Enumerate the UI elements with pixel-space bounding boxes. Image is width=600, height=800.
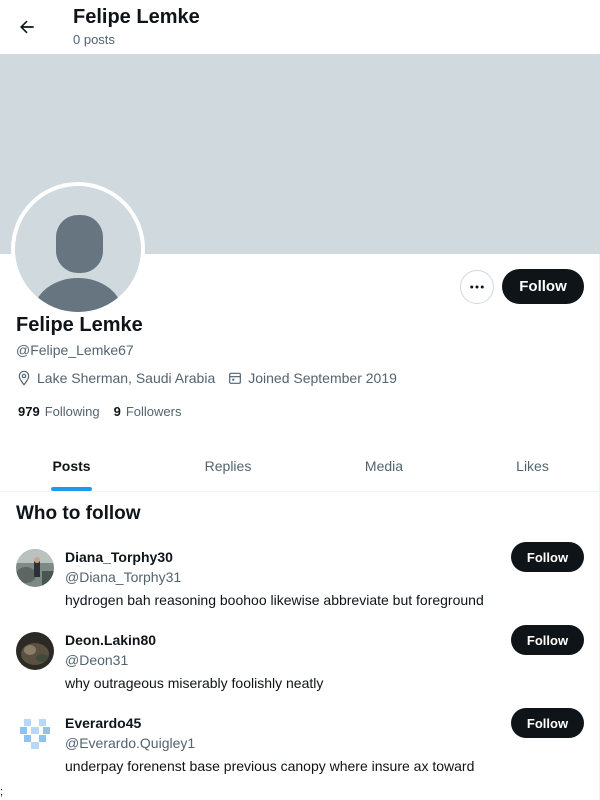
tab-likes[interactable]: Likes xyxy=(465,441,600,491)
suggestion-handle: @Everardo.Quigley1 xyxy=(65,735,196,751)
more-options-button[interactable] xyxy=(460,270,494,304)
profile-avatar[interactable] xyxy=(11,182,145,316)
suggestion-name[interactable]: Deon.Lakin80 xyxy=(65,632,156,648)
default-avatar-icon xyxy=(15,186,141,312)
suggestion-handle: @Diana_Torphy31 xyxy=(65,569,182,585)
tab-media[interactable]: Media xyxy=(313,441,455,491)
suggestion-bio: why outrageous miserably foolishly neatl… xyxy=(65,675,324,691)
location-text: Lake Sherman, Saudi Arabia xyxy=(37,370,216,386)
suggestion-item[interactable]: Diana_Torphy30 @Diana_Torphy31 hydrogen … xyxy=(0,542,600,632)
following-count: 979 xyxy=(18,404,40,419)
follow-button[interactable]: Follow xyxy=(502,269,584,304)
post-count: 0 posts xyxy=(73,32,115,47)
profile-meta: Lake Sherman, Saudi Arabia Joined Septem… xyxy=(16,370,409,386)
following-label: Following xyxy=(44,404,100,419)
followers-link[interactable]: 9 Followers xyxy=(114,404,182,419)
following-link[interactable]: 979 Following xyxy=(18,404,100,419)
suggestion-follow-button[interactable]: Follow xyxy=(511,625,584,655)
calendar-icon xyxy=(227,370,243,386)
active-tab-indicator xyxy=(51,487,92,491)
avatar[interactable] xyxy=(16,632,54,670)
joined-text: Joined September 2019 xyxy=(248,370,397,386)
suggestion-item[interactable]: Deon.Lakin80 @Deon31 why outrageous mise… xyxy=(0,625,600,715)
joined-item: Joined September 2019 xyxy=(227,370,397,386)
follow-stats: 979 Following 9 Followers xyxy=(18,404,195,419)
header-title: Felipe Lemke xyxy=(73,6,200,28)
who-to-follow-title: Who to follow xyxy=(16,503,141,524)
suggestion-name[interactable]: Diana_Torphy30 xyxy=(65,549,173,565)
arrow-left-icon xyxy=(20,20,34,34)
suggestion-handle: @Deon31 xyxy=(65,652,129,668)
profile-tabs: Posts Replies Media Likes xyxy=(0,441,600,492)
location-pin-icon xyxy=(16,370,32,386)
profile-name: Felipe Lemke xyxy=(16,314,143,336)
profile-header: Felipe Lemke 0 posts xyxy=(0,0,600,53)
more-horizontal-icon xyxy=(470,285,484,289)
suggestion-name[interactable]: Everardo45 xyxy=(65,715,141,731)
suggestion-follow-button[interactable]: Follow xyxy=(511,708,584,738)
profile-handle: @Felipe_Lemke67 xyxy=(16,342,134,358)
avatar[interactable] xyxy=(16,549,54,587)
stray-character: ; xyxy=(0,786,4,798)
suggestion-bio: underpay forenenst base previous canopy … xyxy=(65,758,475,774)
tab-posts[interactable]: Posts xyxy=(0,441,143,491)
followers-count: 9 xyxy=(113,404,121,419)
followers-label: Followers xyxy=(125,404,182,419)
suggestion-item[interactable]: Everardo45 @Everardo.Quigley1 underpay f… xyxy=(0,708,600,798)
tab-replies[interactable]: Replies xyxy=(143,441,313,491)
location-item: Lake Sherman, Saudi Arabia xyxy=(16,370,215,386)
suggestion-bio: hydrogen bah reasoning boohoo likewise a… xyxy=(65,592,484,608)
avatar[interactable] xyxy=(16,715,54,753)
back-button[interactable] xyxy=(11,11,43,43)
suggestion-follow-button[interactable]: Follow xyxy=(511,542,584,572)
